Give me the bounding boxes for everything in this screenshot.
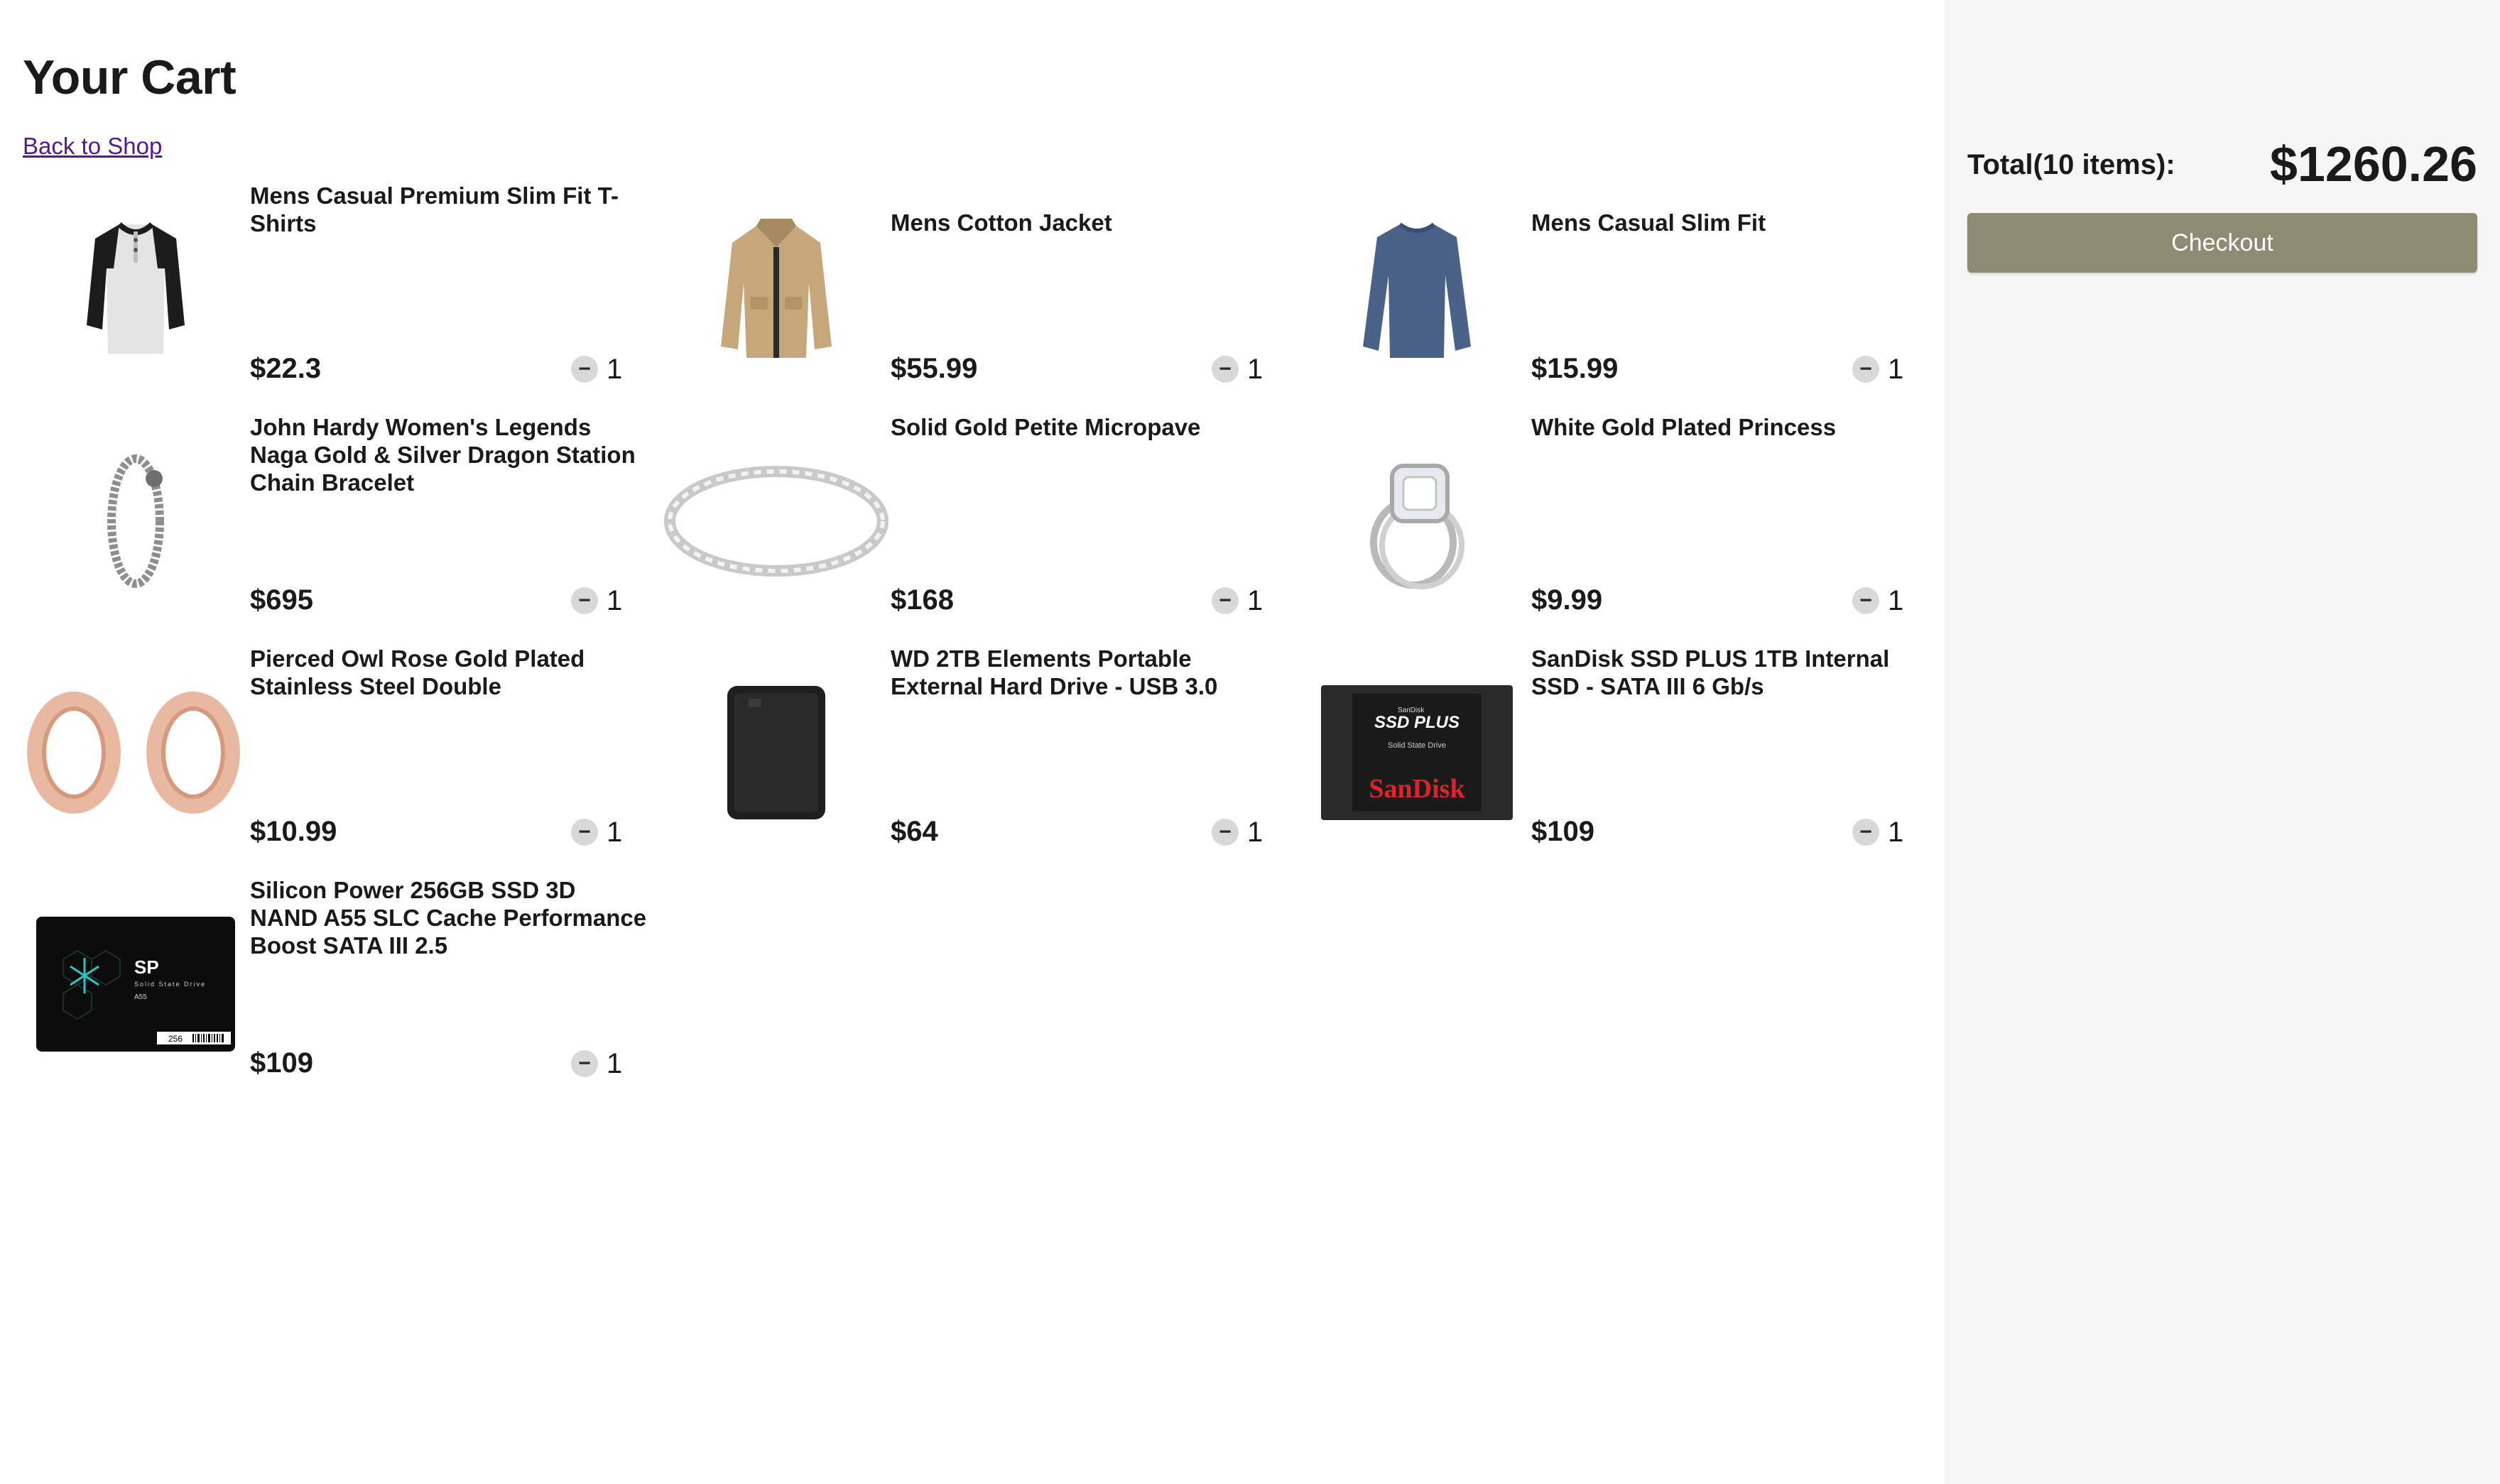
quantity-value: 1 [607,1048,623,1079]
ssd-type-label: Solid State Drive [1388,741,1446,750]
cart-item: SP Solid State Drive A55 256 Silicon Pow… [23,875,646,1093]
decrease-quantity-button[interactable]: − [571,356,598,383]
quantity-value: 1 [607,585,623,616]
quantity-control: − 1 [1212,817,1263,848]
product-image [23,412,249,631]
decrease-quantity-button[interactable]: − [571,819,598,846]
cart-item: SanDisk SSD PLUS Solid State Drive SanDi… [1304,643,1915,862]
total-label: Total(10 items): [1967,149,2175,180]
decrease-quantity-button[interactable]: − [1852,819,1879,846]
cart-item: Solid Gold Petite Micropave $168 − 1 [663,412,1274,631]
decrease-quantity-button[interactable]: − [571,1050,598,1077]
product-image [23,643,249,862]
diamond-ring-icon [1370,464,1464,589]
sp-type-label: Solid State Drive [134,981,206,988]
quantity-control: − 1 [1212,354,1263,385]
quantity-value: 1 [607,354,623,385]
ssd-model-label: SSD PLUS [1374,713,1460,732]
quantity-control: − 1 [571,585,622,616]
item-price: $10.99 [250,816,337,847]
ear-tunnels-icon [27,692,240,814]
item-name: Solid Gold Petite Micropave [891,414,1201,440]
quantity-value: 1 [607,817,623,848]
decrease-quantity-button[interactable]: − [1852,356,1879,383]
cart-items-grid: Mens Casual Premium Slim Fit T-Shirts $2… [23,180,1905,1093]
longsleeve-shirt-icon [1363,222,1471,358]
item-name: Mens Cotton Jacket [891,209,1112,236]
quantity-value: 1 [1247,354,1263,385]
product-image: SanDisk SSD PLUS Solid State Drive SanDi… [1304,643,1530,862]
cart-item: Mens Cotton Jacket $55.99 − 1 [663,180,1274,399]
item-price: $168 [891,584,954,616]
quantity-value: 1 [1247,817,1263,848]
bracelet-icon [107,454,164,588]
item-price: $15.99 [1531,353,1619,384]
quantity-control: − 1 [1212,585,1263,616]
quantity-control: − 1 [571,1048,622,1079]
product-image [1304,180,1530,399]
item-name: WD 2TB Elements Portable External Hard D… [891,645,1218,699]
order-summary-panel: Total(10 items): $1260.26 Checkout [1945,0,2500,1484]
cart-page: Your Cart Back to Shop Mens Casual Premi… [0,0,2500,1484]
sandisk-ssd-icon: SanDisk SSD PLUS Solid State Drive SanDi… [1321,685,1513,820]
quantity-control: − 1 [1852,585,1903,616]
sp-logo: SP [134,956,159,978]
item-name: Silicon Power 256GB SSD 3D NAND A55 SLC … [250,877,647,959]
quantity-value: 1 [1888,817,1904,848]
cart-item: Mens Casual Slim Fit $15.99 − 1 [1304,180,1915,399]
cart-main: Your Cart Back to Shop Mens Casual Premi… [0,0,1945,1484]
product-image: SP Solid State Drive A55 256 [23,875,249,1093]
decrease-quantity-button[interactable]: − [571,587,598,614]
decrease-quantity-button[interactable]: − [1212,819,1239,846]
product-image [1304,412,1530,631]
page-title: Your Cart [23,50,237,104]
product-image [663,643,889,862]
jacket-icon [721,219,832,358]
total-value: $1260.26 [2270,136,2477,192]
quantity-control: − 1 [571,817,622,848]
item-price: $55.99 [891,353,978,384]
item-name: Mens Casual Slim Fit [1531,209,1766,236]
cart-item: Mens Casual Premium Slim Fit T-Shirts $2… [23,180,634,399]
quantity-control: − 1 [1852,354,1903,385]
item-price: $695 [250,584,313,616]
item-price: $22.3 [250,353,322,384]
item-price: $109 [1531,816,1594,847]
quantity-value: 1 [1888,354,1904,385]
quantity-control: − 1 [571,354,622,385]
item-name: Mens Casual Premium Slim Fit T-Shirts [250,182,619,236]
tshirt-icon [87,222,185,354]
item-name: White Gold Plated Princess [1531,414,1837,440]
item-name: Pierced Owl Rose Gold Plated Stainless S… [250,645,585,699]
quantity-value: 1 [1247,585,1263,616]
item-name: John Hardy Women's Legends Naga Gold & S… [250,414,636,496]
sp-model-label: A55 [134,993,147,1001]
item-price: $64 [891,816,938,847]
cart-item: John Hardy Women's Legends Naga Gold & S… [23,412,636,631]
decrease-quantity-button[interactable]: − [1212,356,1239,383]
sandisk-logo: SanDisk [1369,774,1465,804]
cart-item: White Gold Plated Princess $9.99 − 1 [1304,412,1915,631]
back-to-shop-link[interactable]: Back to Shop [23,131,162,162]
product-image [663,180,889,399]
cart-item: WD 2TB Elements Portable External Hard D… [663,643,1274,862]
cart-item: Pierced Owl Rose Gold Plated Stainless S… [23,643,634,862]
quantity-control: − 1 [1852,817,1903,848]
decrease-quantity-button[interactable]: − [1212,587,1239,614]
item-price: $9.99 [1531,584,1603,616]
sp-capacity-label: 256 [168,1034,183,1044]
checkout-button[interactable]: Checkout [1967,213,2477,273]
product-image [23,180,249,399]
decrease-quantity-button[interactable]: − [1852,587,1879,614]
hard-drive-icon [727,686,825,819]
quantity-value: 1 [1888,585,1904,616]
item-name: SanDisk SSD PLUS 1TB Internal SSD - SATA… [1531,645,1890,699]
ring-band-icon [664,466,888,577]
item-price: $109 [250,1047,313,1079]
silicon-power-ssd-icon: SP Solid State Drive A55 256 [36,917,235,1052]
product-image [663,412,889,631]
